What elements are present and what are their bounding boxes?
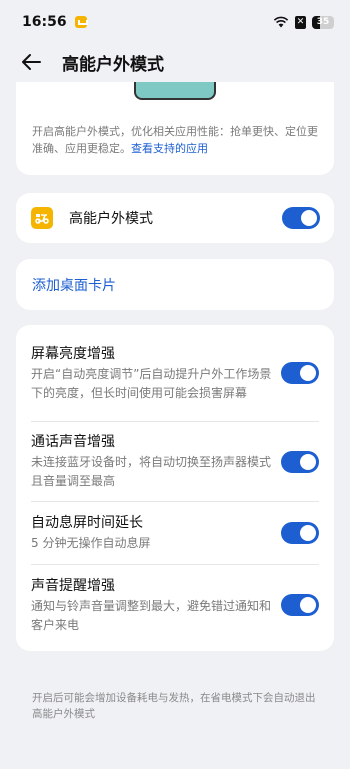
setting-row-brightness[interactable]: 屏幕亮度增强 开启“自动亮度调节”后自动提升户外工作场景下的亮度，但长时间使用可…: [31, 325, 319, 421]
battery-icon: 35: [312, 15, 334, 29]
no-sim-icon: ✕: [295, 15, 306, 29]
brightness-toggle[interactable]: [281, 362, 319, 384]
toggle-knob: [301, 210, 317, 226]
phone-illustration: [134, 82, 216, 100]
screen-timeout-toggle[interactable]: [281, 522, 319, 544]
setting-row-sound-alert[interactable]: 声音提醒增强 通知与铃声音量调整到最大，避免错过通知和客户来电: [31, 565, 319, 645]
setting-desc: 5 分钟无操作自动息屏: [31, 536, 151, 550]
setting-row-screen-timeout[interactable]: 自动息屏时间延长 5 分钟无操作自动息屏: [31, 502, 319, 564]
setting-title: 通话声音增强: [31, 434, 115, 450]
add-widget-card[interactable]: 添加桌面卡片: [16, 259, 334, 310]
setting-desc: 通知与铃声音量调整到最大，避免错过通知和客户来电: [31, 598, 272, 632]
call-volume-toggle[interactable]: [281, 450, 319, 473]
scooter-icon: [35, 214, 49, 224]
sound-alert-toggle[interactable]: [281, 594, 319, 616]
outdoor-mode-icon: [31, 207, 53, 229]
supported-apps-link[interactable]: 查看支持的应用: [131, 142, 208, 155]
page-title: 高能户外模式: [62, 54, 164, 75]
back-arrow-icon[interactable]: [20, 51, 42, 73]
status-bar: 16:56 ✕ 35: [0, 0, 350, 44]
outdoor-mode-row[interactable]: 高能户外模式: [16, 193, 334, 243]
status-time: 16:56: [22, 14, 67, 30]
footer-note: 开启后可能会增加设备耗电与发热，在省电模式下会自动退出高能户外模式: [32, 692, 316, 720]
wifi-icon: [273, 16, 289, 28]
setting-title: 声音提醒增强: [31, 577, 115, 594]
toggle-knob: [300, 453, 316, 470]
setting-title: 屏幕亮度增强: [31, 345, 115, 362]
toggle-knob: [300, 365, 316, 381]
setting-desc: 开启“自动亮度调节”后自动提升户外工作场景下的亮度，但长时间使用可能会损害屏幕: [31, 366, 272, 400]
battery-level: 35: [316, 16, 330, 27]
intro-card: 开启高能户外模式，优化相关应用性能：抢单更快、定位更准确、应用更稳定。查看支持的…: [16, 82, 334, 175]
intro-description: 开启高能户外模式，优化相关应用性能：抢单更快、定位更准确、应用更稳定。查看支持的…: [32, 123, 322, 157]
toggle-knob: [300, 525, 316, 541]
outdoor-mode-label: 高能户外模式: [69, 211, 153, 227]
setting-desc: 未连接蓝牙设备时，将自动切换至扬声器模式且音量调至最高: [31, 455, 272, 488]
toggle-knob: [300, 597, 316, 613]
setting-title: 自动息屏时间延长: [31, 515, 143, 531]
status-icons: ✕ 35: [273, 15, 334, 29]
app-notification-icon: [74, 16, 88, 28]
add-widget-link[interactable]: 添加桌面卡片: [32, 275, 116, 295]
setting-row-call-volume[interactable]: 通话声音增强 未连接蓝牙设备时，将自动切换至扬声器模式且音量调至最高: [31, 422, 319, 501]
settings-list: 屏幕亮度增强 开启“自动亮度调节”后自动提升户外工作场景下的亮度，但长时间使用可…: [16, 325, 334, 651]
header: 高能户外模式: [0, 44, 350, 80]
outdoor-mode-toggle[interactable]: [282, 207, 320, 229]
